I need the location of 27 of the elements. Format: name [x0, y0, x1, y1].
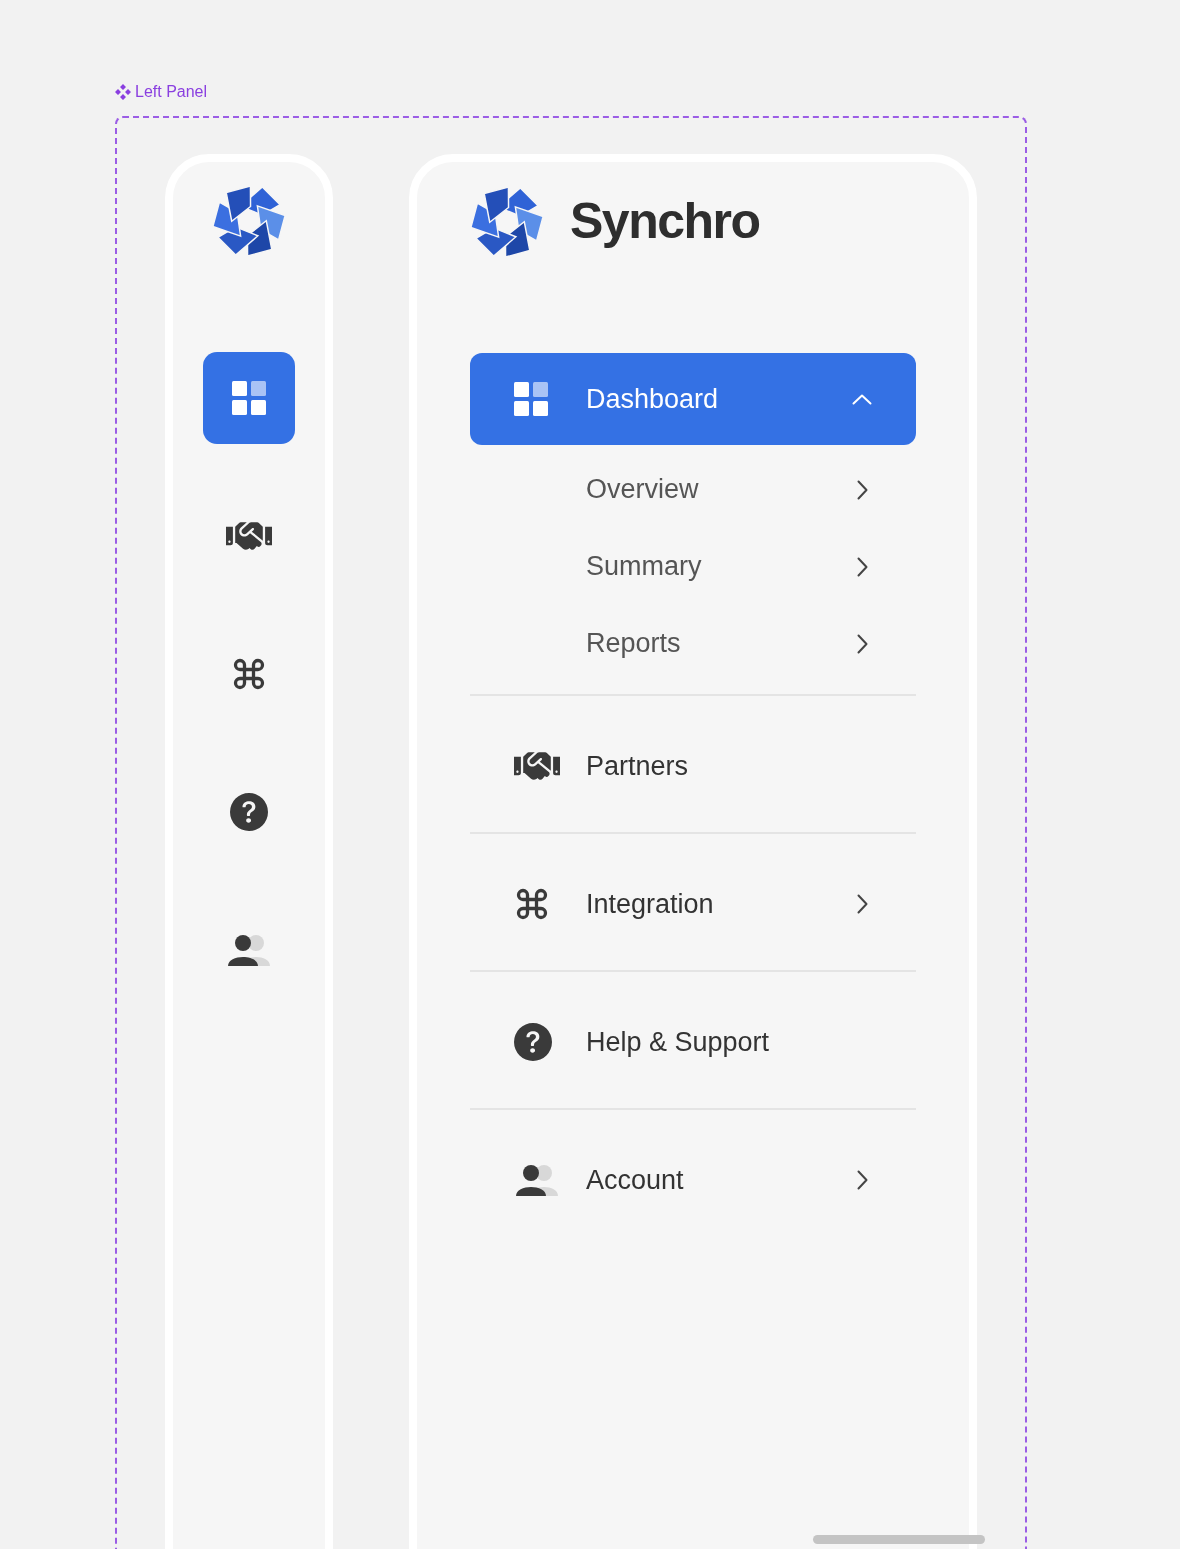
menu-item[interactable]: Dashboard: [470, 353, 916, 445]
brand-name: Synchro: [570, 192, 760, 251]
menu-item[interactable]: Partners: [470, 720, 916, 812]
menu-item[interactable]: Help & Support: [470, 996, 916, 1088]
component-icon: [115, 84, 131, 100]
submenu-item[interactable]: Summary: [470, 528, 916, 605]
submenu-item[interactable]: Reports: [470, 605, 916, 682]
submenu-item[interactable]: Overview: [470, 451, 916, 528]
grid-icon: [514, 382, 548, 416]
menu-item[interactable]: Integration: [470, 858, 916, 950]
users-icon: [226, 934, 272, 966]
command-icon: [514, 886, 550, 922]
chevron-right-icon: [857, 633, 868, 654]
chevron-right-icon: [857, 479, 868, 500]
frame-label: Left Panel: [135, 82, 208, 102]
command-icon: [231, 656, 267, 692]
help-icon: [514, 1023, 552, 1061]
help-icon: [230, 793, 268, 831]
sidebar-icon-button[interactable]: [203, 352, 295, 444]
grid-icon: [232, 381, 266, 415]
logo-icon: [212, 184, 286, 258]
chevron-up-icon: [852, 393, 872, 405]
chevron-right-icon: [857, 556, 868, 577]
chevron-right-icon: [857, 1170, 868, 1190]
chevron-right-icon: [857, 894, 868, 914]
menu-item[interactable]: Account: [470, 1134, 916, 1226]
users-icon: [514, 1164, 560, 1196]
